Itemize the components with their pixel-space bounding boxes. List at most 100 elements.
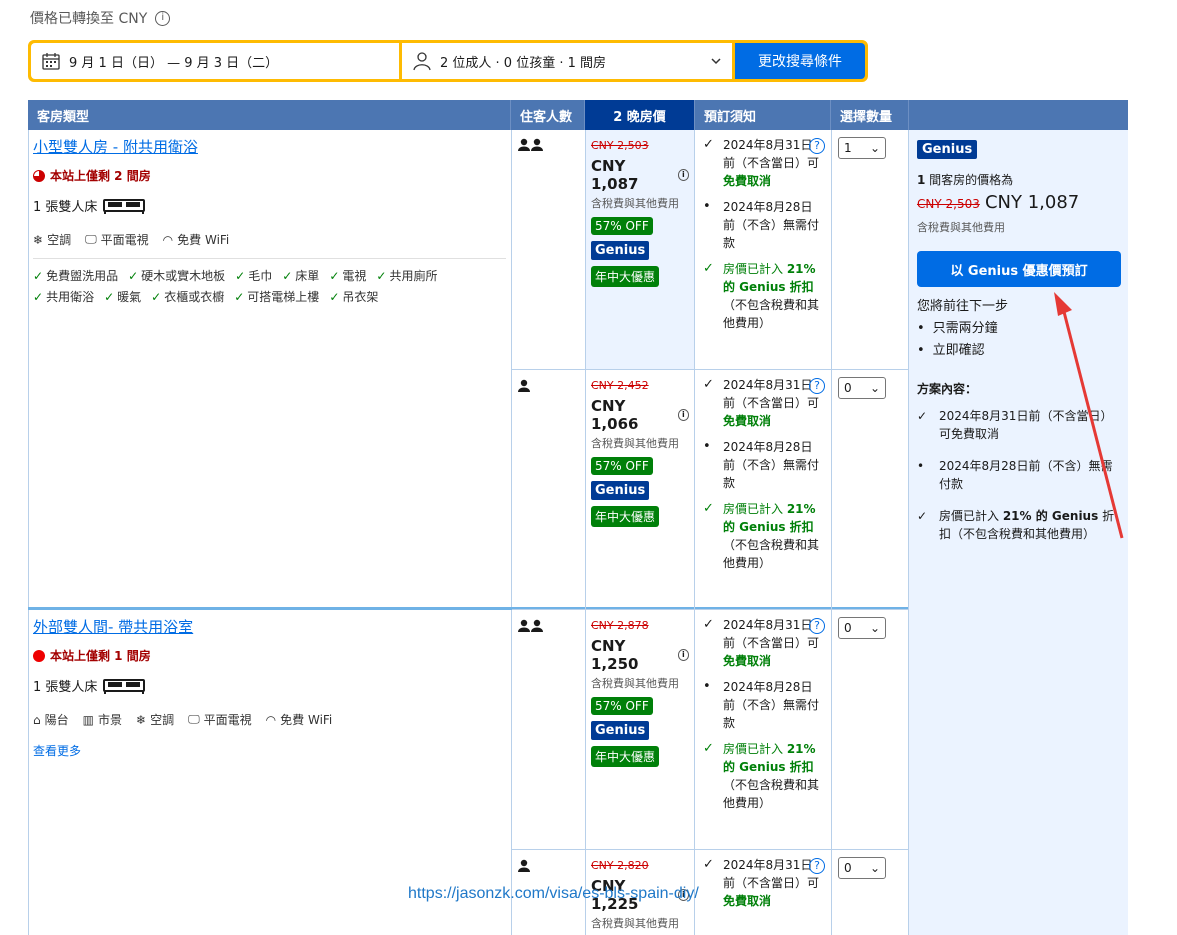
two-guests-icon <box>518 619 543 632</box>
see-more-link[interactable]: 查看更多 <box>33 742 506 759</box>
room-title-link[interactable]: 外部雙人間- 帶共用浴室 <box>33 616 506 637</box>
scarcity-text: 本站上僅剩 2 間房 <box>50 169 151 183</box>
price-cell: CNY 2,503 CNY 1,087 i 含稅費與其他費用 57% OFF Ge… <box>586 130 695 370</box>
header-guests: 住客人數 <box>511 100 585 130</box>
free-cancel-text: 2024年8月31日前（不含當日）可免費取消 <box>723 618 820 668</box>
info-icon[interactable]: i <box>677 649 689 661</box>
info-icon[interactable]: i <box>155 10 171 26</box>
check-icon: ✓ <box>33 268 44 283</box>
question-icon[interactable]: ? <box>809 618 825 634</box>
tax-note: 含稅費與其他費用 <box>591 677 679 690</box>
room-price-label: 1 間客房的價格為 <box>917 173 1014 187</box>
one-guest-icon <box>518 859 530 872</box>
genius-discount-text: 房價已計入 21%的 Genius 折扣（不包含稅費和其他費用） <box>723 742 820 810</box>
calendar-icon <box>42 53 60 70</box>
discount-badge: 57% OFF <box>591 457 653 475</box>
check-icon: ✓ <box>703 501 714 516</box>
genius-logo: Genius <box>917 140 978 159</box>
original-price: CNY 2,452 <box>591 379 649 392</box>
scarcity-dot-icon <box>33 649 45 662</box>
qty-cell: 1 ⌄ <box>832 130 909 370</box>
policy-cell: ? ✓ 2024年8月31日前（不含當日）可免費取消 • 2024年8月28日前（不… <box>695 610 832 850</box>
policy-cell: ? ✓ 2024年8月31日前（不含當日）可免費取消 <box>695 850 832 935</box>
qty-cell: 0 ⌄ <box>832 610 909 850</box>
amenity-item: ✓ 共用廁所 <box>376 268 438 284</box>
amenity-item: ✓ 暖氣 <box>104 289 142 305</box>
guest-cell <box>512 610 586 850</box>
room-qty-select[interactable]: 0 ⌄ <box>838 857 886 879</box>
facility-item: ◠ 免費 WiFi <box>265 712 333 728</box>
scarcity-pie-icon <box>33 169 45 182</box>
date-picker[interactable]: 9 月 1 日（日） — 9 月 3 日（二） <box>31 43 399 79</box>
check-icon: ✓ <box>917 409 928 423</box>
room-qty-select[interactable]: 0 ⌄ <box>838 617 886 639</box>
chevron-down-icon: ⌄ <box>869 381 880 395</box>
original-price: CNY 2,503 <box>591 139 649 152</box>
watermark-url: https://jasonzk.com/visa/es-bls-spain-di… <box>408 885 699 902</box>
header-price[interactable]: 2 晚房價 <box>585 100 695 137</box>
check-icon: ✓ <box>234 289 245 304</box>
info-icon[interactable]: i <box>677 169 689 181</box>
room-type-cell: 小型雙人房 - 附共用衛浴 本站上僅剩 2 間房 1 張雙人床 ❄ 空調 🖵 平面電… <box>28 130 512 608</box>
facility-item: ◠ 免費 WiFi <box>162 232 230 248</box>
header-book <box>909 100 1128 130</box>
booking-current-price: CNY 1,087 <box>984 192 1080 213</box>
room-qty-select[interactable]: 1 ⌄ <box>838 137 886 159</box>
snowflake-icon: ❄ <box>136 712 147 727</box>
double-bed-icon <box>103 678 146 694</box>
guest-text: 2 位成人 · 0 位孩童 · 1 間房 <box>440 55 607 71</box>
wifi-icon: ◠ <box>162 232 174 247</box>
check-icon: ✓ <box>151 289 162 304</box>
guest-cell <box>512 130 586 370</box>
facility-item: 🖵 平面電視 <box>85 232 149 247</box>
city-view-icon: ▥ <box>82 712 94 727</box>
question-icon[interactable]: ? <box>809 858 825 874</box>
genius-badge: Genius <box>591 241 650 260</box>
question-icon[interactable]: ? <box>809 138 825 154</box>
divider <box>33 258 506 259</box>
price-currency-note: 價格已轉換至 CNY i <box>30 8 171 28</box>
booking-price: CNY 2,503 CNY 1,087 <box>917 192 1120 213</box>
bullet-icon: • <box>703 199 711 214</box>
tax-note: 含稅費與其他費用 <box>591 917 679 930</box>
current-price: CNY 1,066 i <box>591 397 689 433</box>
bed-text: 1 張雙人床 <box>33 680 98 695</box>
question-icon[interactable]: ? <box>809 378 825 394</box>
header-policy: 預訂須知 <box>695 100 831 130</box>
original-price: CNY 2,820 <box>591 859 649 872</box>
facility-item: ❄ 空調 <box>136 712 175 728</box>
amenity-item: ✓ 共用衛浴 <box>33 289 95 305</box>
bullet-icon: • <box>917 459 925 473</box>
book-with-genius-button[interactable]: 以 Genius 優惠價預訂 <box>917 251 1121 287</box>
chevron-down-icon: ⌄ <box>869 141 880 155</box>
scarcity-notice: 本站上僅剩 2 間房 <box>33 167 506 184</box>
guest-picker[interactable]: 2 位成人 · 0 位孩童 · 1 間房 <box>402 43 732 79</box>
scarcity-notice: 本站上僅剩 1 間房 <box>33 647 506 664</box>
amenity-list: ✓ 免費盥洗用品 ✓ 硬木或實木地板 ✓ 毛巾 ✓ 床單 ✓ 電視 ✓ 共用廁所 ✓ 共用衛浴… <box>33 267 473 305</box>
midyear-deal-badge: 年中大優惠 <box>591 266 660 287</box>
check-icon: ✓ <box>376 268 387 283</box>
check-icon: ✓ <box>282 268 293 283</box>
genius-discount-text: 房價已計入 21%的 Genius 折扣（不包含稅費和其他費用） <box>723 502 820 570</box>
check-icon: ✓ <box>329 268 340 283</box>
info-icon[interactable]: i <box>677 409 689 421</box>
tv-icon: 🖵 <box>188 712 200 726</box>
current-price: CNY 1,087 i <box>591 157 689 193</box>
free-cancel-text: 2024年8月31日前（不含當日）可免費取消 <box>723 858 820 908</box>
date-range-text: 9 月 1 日（日） — 9 月 3 日（二） <box>69 55 279 71</box>
person-icon <box>413 52 431 71</box>
qty-cell: 0 ⌄ <box>832 370 909 610</box>
check-icon: ✓ <box>128 268 139 283</box>
check-icon: ✓ <box>917 509 928 523</box>
current-price: CNY 1,250 i <box>591 637 689 673</box>
facility-list: ❄ 空調 🖵 平面電視 ◠ 免費 WiFi <box>33 231 506 248</box>
amenity-item: ✓ 吊衣架 <box>329 289 379 305</box>
room-title-link[interactable]: 小型雙人房 - 附共用衛浴 <box>33 136 506 157</box>
annotation-arrow <box>1054 292 1124 539</box>
room-qty-select[interactable]: 0 ⌄ <box>838 377 886 399</box>
check-icon: ✓ <box>104 289 115 304</box>
change-search-button[interactable]: 更改搜尋條件 <box>735 43 865 79</box>
bed-info: 1 張雙人床 <box>33 196 506 215</box>
facility-item: ⌂ 陽台 <box>33 712 69 728</box>
amenity-item: ✓ 毛巾 <box>235 268 273 284</box>
